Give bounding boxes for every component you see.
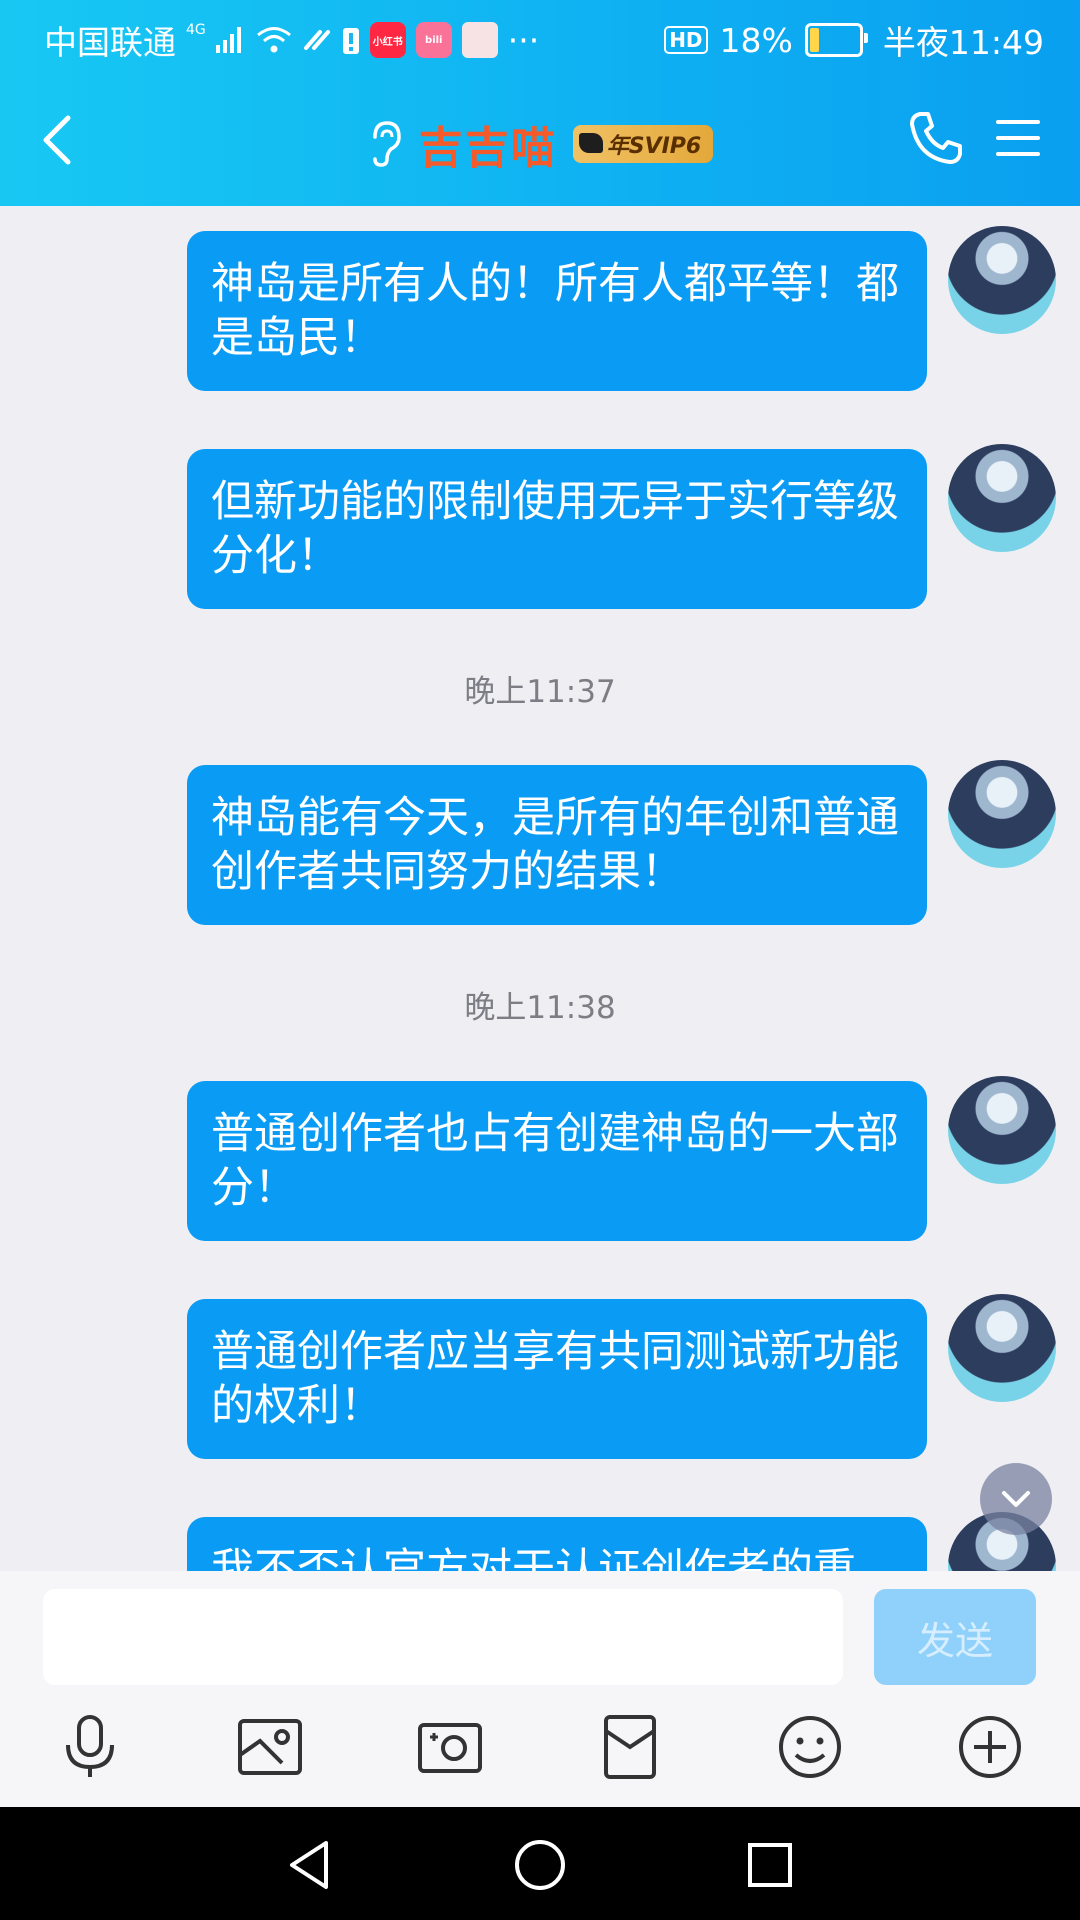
image-icon: [238, 1719, 302, 1775]
nav-home-button[interactable]: [510, 1835, 570, 1895]
gift-box-icon: [461, 22, 498, 58]
avatar[interactable]: [948, 1294, 1056, 1402]
emoji-button[interactable]: [774, 1711, 846, 1783]
hd-icon: HD: [664, 26, 708, 54]
network-icon: 4G: [186, 22, 206, 38]
system-nav-bar: [0, 1807, 1080, 1920]
triangle-back-icon: [290, 1841, 328, 1889]
red-packet-icon: [604, 1715, 656, 1779]
message-bubble[interactable]: 神岛能有今天，是所有的年创和普通创作者共同努力的结果！: [187, 765, 927, 925]
plus-icon: [959, 1716, 1021, 1778]
xiaohongshu-icon: 小红书: [369, 22, 406, 58]
chevron-down-icon: [1002, 1491, 1030, 1507]
send-button[interactable]: 发送: [874, 1589, 1036, 1685]
menu-button[interactable]: [992, 112, 1044, 164]
chat-title[interactable]: 吉吉喵: [419, 112, 557, 176]
toolbar: [0, 1711, 1080, 1801]
battery-alert-icon: [342, 25, 360, 55]
message-list[interactable]: 神岛是所有人的！所有人都平等！都是岛民！ 但新功能的限制使用无异于实行等级分化！…: [0, 206, 1080, 1571]
link-icon: [302, 26, 332, 54]
chat-header: 中国联通 4G 小红书 bili ··· HD 18% 半夜11:49 吉吉喵 …: [0, 0, 1080, 206]
message-bubble[interactable]: 普通创作者应当享有共同测试新功能的权利！: [187, 1299, 927, 1459]
signal-icon: [215, 27, 246, 53]
more-notifications: ···: [507, 20, 540, 60]
status-bar: 中国联通 4G 小红书 bili ··· HD 18% 半夜11:49: [0, 0, 1080, 76]
nav-recents-button[interactable]: [740, 1835, 800, 1895]
battery-icon: [804, 23, 868, 57]
avatar[interactable]: [948, 226, 1056, 334]
avatar[interactable]: [948, 1076, 1056, 1184]
nav-bar: 吉吉喵 年SVIP6: [0, 90, 1080, 190]
battery-fill: [809, 28, 820, 52]
battery-percent: 18%: [719, 20, 793, 60]
message-bubble[interactable]: 我不否认官方对于认证创作者的重: [187, 1517, 927, 1571]
phone-icon: [910, 112, 962, 164]
input-bar: 发送: [0, 1571, 1080, 1807]
message-input[interactable]: [43, 1589, 843, 1685]
avatar[interactable]: [948, 444, 1056, 552]
red-packet-button[interactable]: [594, 1711, 666, 1783]
message-bubble[interactable]: 神岛是所有人的！所有人都平等！都是岛民！: [187, 231, 927, 391]
hamburger-icon: [996, 120, 1040, 156]
square-recents-icon: [748, 1843, 792, 1887]
more-button[interactable]: [954, 1711, 1026, 1783]
message-bubble[interactable]: 普通创作者也占有创建神岛的一大部分！: [187, 1081, 927, 1241]
avatar[interactable]: [948, 760, 1056, 868]
album-button[interactable]: [234, 1711, 306, 1783]
timestamp: 晚上11:38: [464, 990, 616, 1026]
nav-back-button[interactable]: [280, 1835, 340, 1895]
wifi-icon: [256, 26, 292, 54]
emoji-icon: [779, 1716, 841, 1778]
voice-button[interactable]: [54, 1711, 126, 1783]
voice-call-button[interactable]: [904, 106, 968, 170]
scroll-to-bottom-button[interactable]: [980, 1463, 1052, 1535]
clock: 半夜11:49: [882, 23, 1044, 62]
timestamp: 晚上11:37: [464, 674, 616, 710]
svip-badge[interactable]: 年SVIP6: [572, 125, 714, 163]
microphone-icon: [66, 1715, 114, 1777]
camera-button[interactable]: [414, 1711, 486, 1783]
circle-home-icon: [515, 1840, 565, 1890]
camera-icon: [418, 1723, 482, 1773]
bilibili-icon: bili: [415, 22, 452, 58]
carrier-label: 中国联通: [44, 23, 176, 62]
message-bubble[interactable]: 但新功能的限制使用无异于实行等级分化！: [187, 449, 927, 609]
ear-icon: [373, 121, 401, 167]
